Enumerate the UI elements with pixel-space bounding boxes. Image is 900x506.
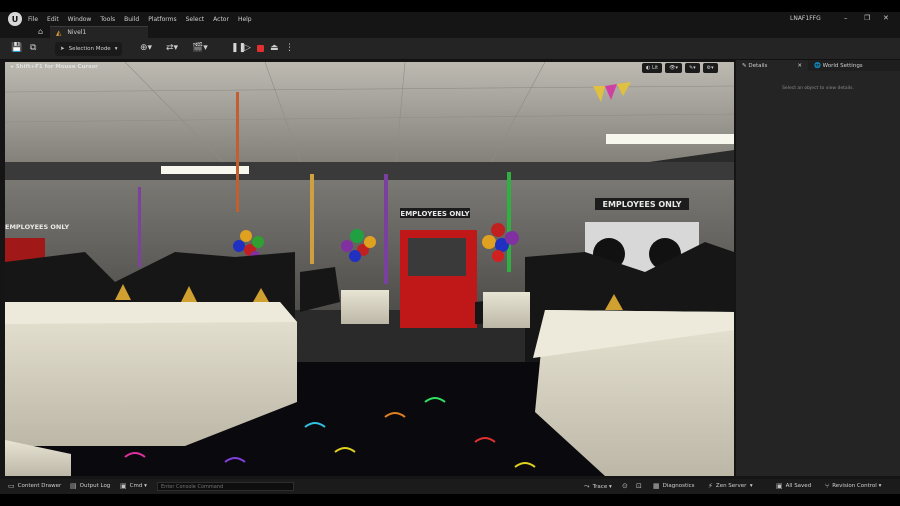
table-front-left-top [5, 302, 297, 324]
revision-icon: ⑂ [825, 482, 830, 490]
eject-icon[interactable]: ⏏ [270, 43, 279, 53]
streamer [384, 174, 388, 284]
unreal-logo-icon[interactable]: U [8, 12, 22, 26]
details-empty-message: Select an object to view details. [782, 86, 854, 91]
record-icon: ⊙ [622, 482, 628, 490]
save-status-icon: ▣ [776, 482, 783, 490]
menu-edit[interactable]: Edit [47, 16, 59, 23]
all-saved-button[interactable]: ▣ All Saved [776, 482, 811, 490]
zen-server-button[interactable]: ⚡ Zen Server ▾ [708, 482, 753, 490]
selection-mode-label: Selection Mode [68, 46, 111, 52]
table-back-center [341, 290, 389, 324]
project-title: LNAF1FFG [790, 15, 821, 22]
camera-icon: ⊡ [636, 482, 642, 490]
terminal-icon: ▣ [120, 482, 127, 490]
cursor-icon: ➤ [60, 46, 65, 52]
letterbox-bottom [0, 494, 900, 506]
maximize-icon[interactable]: ❐ [864, 14, 870, 22]
console-input[interactable] [161, 484, 293, 490]
globe-icon: 🌐 [814, 62, 821, 69]
streamer [138, 187, 141, 267]
ceiling-light-right [606, 134, 734, 144]
viewport-hint: ▸ Shift+F1 for Mouse Cursor [11, 64, 98, 70]
lit-icon: ◐ [646, 65, 651, 71]
sign-left: EMPLOYEES ONLY [5, 223, 70, 231]
ceiling-light-left [161, 166, 249, 174]
cmd-dropdown[interactable]: ▣ Cmd ▾ [120, 482, 147, 490]
streamer [310, 174, 314, 264]
close-icon[interactable]: ✕ [883, 14, 889, 22]
drawer-icon: ▭ [8, 482, 15, 490]
menu-file[interactable]: File [28, 16, 38, 23]
streamer [236, 92, 239, 212]
letterbox-top [0, 0, 900, 12]
tab-world-settings[interactable]: 🌐 World Settings [808, 60, 869, 71]
menu-window[interactable]: Window [68, 16, 92, 23]
menu-tools[interactable]: Tools [100, 16, 115, 23]
menu-actor[interactable]: Actor [213, 16, 229, 23]
revision-control-button[interactable]: ⑂ Revision Control ▾ [825, 482, 881, 490]
menu-bar: U File Edit Window Tools Build Platforms… [0, 12, 900, 26]
pencil-icon: ✎ [742, 62, 747, 69]
home-icon[interactable]: ⌂ [38, 27, 43, 36]
viewport-options-button[interactable]: ✎▾ [684, 63, 700, 73]
tab-level-label: Nivel1 [67, 29, 87, 36]
sign-center: EMPLOYEES ONLY [400, 210, 470, 218]
record-button[interactable]: ⊙ [622, 482, 631, 490]
viewport-scene: EMPLOYEES ONLY EMPLOYEES ONLY EMPLOYEES … [5, 62, 734, 476]
trace-icon: ⤳ [584, 482, 590, 490]
sign-right: EMPLOYEES ONLY [602, 200, 681, 209]
chevron-down-icon: ▾ [114, 46, 118, 52]
output-log-button[interactable]: ▤ Output Log [70, 482, 110, 490]
more-options-icon[interactable]: ⋮ [285, 43, 294, 53]
tab-level[interactable]: ◭ Nivel1 [50, 26, 148, 38]
door-window [408, 238, 466, 276]
settings-button[interactable]: ⚙▾ [702, 63, 718, 73]
diagnostics-button[interactable]: ▦ Diagnostics [653, 482, 695, 490]
content-browser-icon[interactable]: ⧉ [30, 43, 36, 53]
minimize-icon[interactable]: – [844, 14, 848, 22]
level-viewport[interactable]: EMPLOYEES ONLY EMPLOYEES ONLY EMPLOYEES … [5, 62, 734, 476]
menu-build[interactable]: Build [124, 16, 139, 23]
selection-mode-dropdown[interactable]: ➤ Selection Mode ▾ [55, 42, 122, 56]
log-icon: ▤ [70, 482, 77, 490]
tab-details[interactable]: ✎ Details ✕ [736, 60, 808, 71]
main-toolbar: 💾 ⧉ ➤ Selection Mode ▾ ⊕▾ ⇄▾ 🎬▾ ❚❚ ▷ ⏏ ⋮ [0, 38, 900, 60]
save-icon[interactable]: 💾 [11, 43, 22, 53]
close-icon[interactable]: ✕ [797, 63, 802, 69]
console-command-field[interactable] [157, 482, 294, 491]
zen-icon: ⚡ [708, 482, 713, 490]
content-drawer-button[interactable]: ▭ Content Drawer [8, 482, 61, 490]
add-actor-icon[interactable]: ⊕▾ [140, 43, 152, 53]
level-icon: ◭ [56, 28, 62, 37]
tab-bar: ⌂ ◭ Nivel1 [0, 26, 900, 38]
menu-platforms[interactable]: Platforms [148, 16, 176, 23]
unreal-editor-window: U File Edit Window Tools Build Platforms… [0, 12, 900, 494]
diagnostics-icon: ▦ [653, 482, 660, 490]
blueprint-icon[interactable]: ⇄▾ [166, 43, 178, 53]
streamer [507, 172, 511, 272]
view-mode-lit-button[interactable]: ◐ Lit [642, 63, 663, 73]
show-flags-button[interactable]: 👁▾ [665, 63, 682, 73]
gear-icon: ⚙▾ [706, 65, 714, 71]
eye-icon: 👁▾ [669, 65, 678, 71]
details-tabs: ✎ Details ✕ 🌐 World Settings [736, 60, 900, 71]
details-panel: ✎ Details ✕ 🌐 World Settings Select an o… [736, 60, 900, 476]
stop-button[interactable] [257, 45, 264, 52]
camera-button[interactable]: ⊡ [636, 482, 645, 490]
status-bar: ▭Content Drawer ▤Output Log ▣Cmd ▾ ⤳Trac… [0, 479, 900, 494]
table-back-right [483, 292, 530, 328]
menu-help[interactable]: Help [238, 16, 252, 23]
menu-select[interactable]: Select [186, 16, 205, 23]
step-icon[interactable]: ▷ [244, 43, 251, 53]
trace-dropdown[interactable]: ⤳ Trace ▾ [584, 482, 612, 491]
edit-icon: ✎▾ [688, 65, 696, 71]
viewport-toolbar: ◐ Lit 👁▾ ✎▾ ⚙▾ [639, 63, 718, 73]
cinematics-icon[interactable]: 🎬▾ [192, 43, 208, 53]
